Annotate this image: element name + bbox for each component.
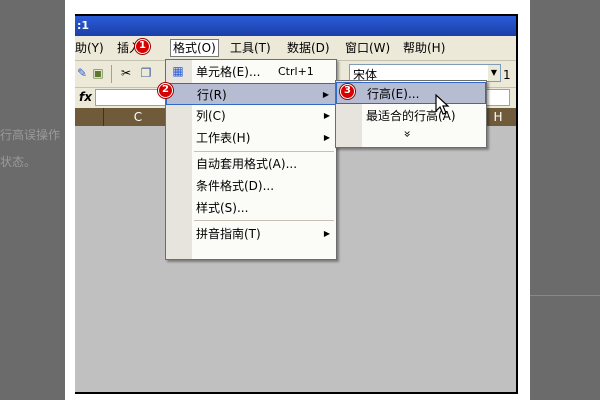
menu-item-row[interactable]: 行(R) ▶ [166, 83, 336, 105]
menu-item-conditional-format[interactable]: 条件格式(D)... [166, 175, 336, 197]
menu-expand-button[interactable]: » [336, 125, 486, 143]
research-icon[interactable]: ▣ [91, 66, 105, 80]
chevron-down-icon[interactable]: ▼ [488, 65, 500, 81]
toolbar-separator [111, 65, 112, 83]
pen-icon[interactable]: ✎ [75, 66, 89, 80]
format-menu: ▦ 单元格(E)... Ctrl+1 行(R) ▶ 列(C) ▶ 工作表(H) … [165, 59, 337, 260]
step-badge-1: 1 [135, 39, 150, 54]
menu-help-partial[interactable]: 助(Y) [75, 40, 104, 56]
menu-item-column[interactable]: 列(C) ▶ [166, 105, 336, 127]
background-divider [530, 295, 600, 296]
arrow-right-icon: ▶ [323, 133, 330, 142]
arrow-right-icon: ▶ [323, 111, 330, 120]
row-submenu: 行高(E)... 最适合的行高(A) » [335, 80, 487, 148]
menu-data[interactable]: 数据(D) [287, 40, 330, 56]
menu-tools[interactable]: 工具(T) [230, 40, 271, 56]
menu-item-style[interactable]: 样式(S)... [166, 197, 336, 219]
menu-item-phonetic-guide[interactable]: 拼音指南(T) ▶ [166, 223, 336, 245]
menu-help[interactable]: 帮助(H) [403, 40, 445, 56]
arrow-right-icon: ▶ [322, 90, 329, 99]
copy-icon[interactable]: ❐ [139, 66, 153, 80]
font-size-select[interactable]: 1 [503, 68, 511, 82]
background-text-1: 行高误操作 [0, 128, 61, 142]
step-badge-3: 3 [340, 84, 355, 99]
excel-window: :1 助(Y) 插入 格式(O) 工具(T) 数据(D) 窗口(W) 帮助(H)… [75, 14, 518, 394]
double-chevron-down-icon: » [400, 130, 415, 138]
step-badge-2: 2 [158, 83, 173, 98]
title-bar: :1 [75, 16, 516, 36]
background-text-2: 状态。 [0, 155, 37, 169]
menu-item-format-cells[interactable]: 单元格(E)... Ctrl+1 [166, 61, 336, 83]
menu-item-row-height[interactable]: 行高(E)... [336, 82, 486, 104]
menu-separator [194, 151, 334, 152]
menu-item-autofit-row-height[interactable]: 最适合的行高(A) [336, 105, 486, 127]
cut-icon[interactable]: ✂ [119, 66, 133, 80]
menu-item-worksheet[interactable]: 工作表(H) ▶ [166, 127, 336, 149]
mouse-cursor-icon [435, 94, 450, 115]
menu-format[interactable]: 格式(O) [170, 39, 219, 57]
menu-window[interactable]: 窗口(W) [345, 40, 390, 56]
menu-separator [194, 220, 334, 221]
window-title: :1 [77, 19, 90, 32]
column-header-c[interactable]: C [103, 108, 173, 126]
fx-icon[interactable]: fx [79, 90, 92, 104]
menu-item-autoformat[interactable]: 自动套用格式(A)... [166, 153, 336, 175]
arrow-right-icon: ▶ [323, 229, 330, 238]
